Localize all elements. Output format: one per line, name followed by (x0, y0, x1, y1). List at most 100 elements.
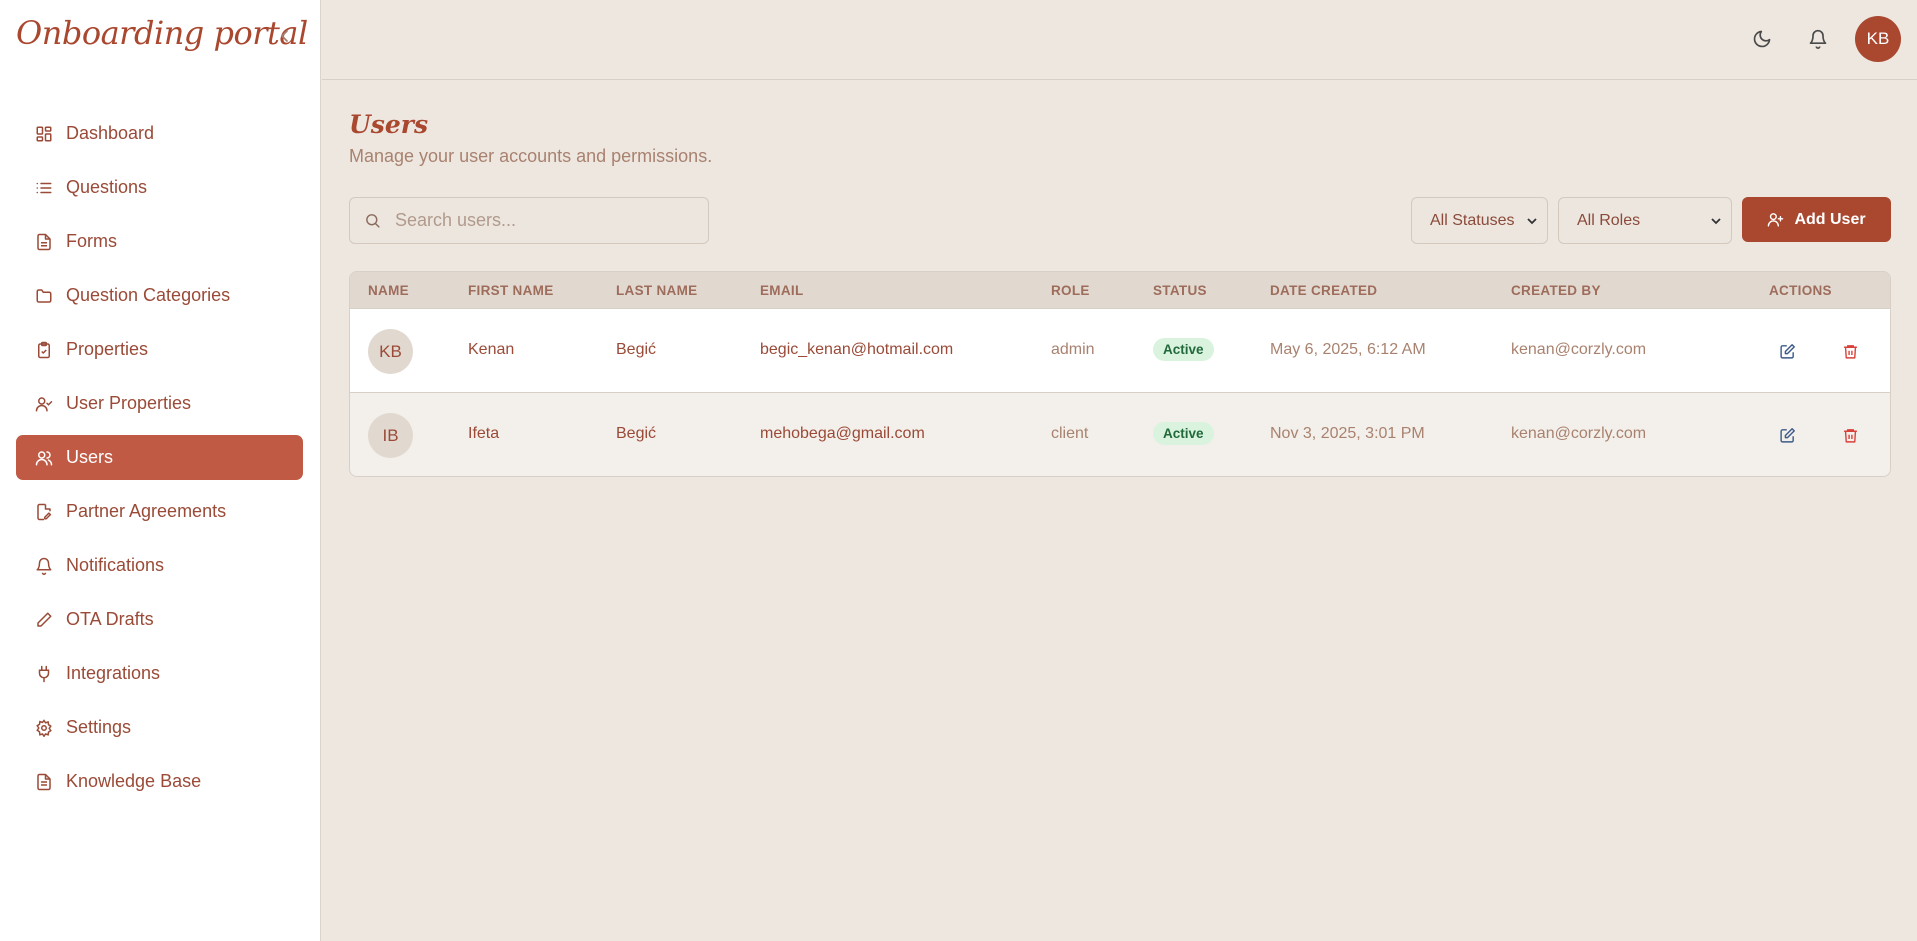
bell-icon (1809, 29, 1827, 49)
column-header-actions: ACTIONS (1769, 283, 1832, 298)
plug-icon (34, 664, 54, 684)
sidebar-item-label: Question Categories (66, 285, 231, 305)
status-filter-value: All Statuses (1430, 211, 1515, 229)
theme-toggle-button[interactable] (1749, 26, 1775, 52)
sidebar-item-label: OTA Drafts (66, 609, 154, 629)
pencil-icon (34, 610, 54, 630)
table-header: NAME FIRST NAME LAST NAME EMAIL ROLE STA… (350, 272, 1890, 309)
sidebar-item-user-properties[interactable]: User Properties (16, 381, 303, 426)
add-user-button[interactable]: Add User (1742, 197, 1891, 242)
file-text-icon (34, 772, 54, 792)
sidebar-item-knowledge-base[interactable]: Knowledge Base (16, 759, 303, 804)
sidebar-item-label: Users (66, 447, 114, 467)
column-header-status: STATUS (1153, 283, 1207, 298)
sidebar-item-settings[interactable]: Settings (16, 705, 303, 750)
sidebar: Onboarding portal Dashboard Questions Fo… (0, 0, 321, 941)
collapse-sidebar-button[interactable] (276, 26, 294, 46)
edit-icon (1779, 343, 1795, 359)
gear-icon (34, 718, 54, 738)
sidebar-item-label: Properties (66, 339, 149, 359)
chevron-left-icon (281, 30, 288, 42)
cell-date-created: May 6, 2025, 6:12 AM (1270, 341, 1426, 358)
delete-button[interactable] (1840, 341, 1860, 361)
sidebar-item-label: Forms (66, 231, 117, 251)
sidebar-item-users[interactable]: Users (16, 435, 303, 480)
folder-icon (34, 286, 54, 306)
status-badge: Active (1153, 422, 1214, 445)
user-plus-icon (1768, 213, 1784, 227)
avatar: KB (368, 329, 413, 374)
table-row: IB Ifeta Begić mehobega@gmail.com client… (350, 393, 1890, 476)
chevron-down-icon (1527, 217, 1537, 224)
list-icon (34, 178, 54, 198)
column-header-date-created: DATE CREATED (1270, 283, 1378, 298)
users-icon (34, 448, 54, 468)
trash-icon (1843, 428, 1857, 443)
users-table: NAME FIRST NAME LAST NAME EMAIL ROLE STA… (349, 271, 1891, 477)
sidebar-item-notifications[interactable]: Notifications (16, 543, 303, 588)
column-header-last-name: LAST NAME (616, 283, 698, 298)
app-title: Onboarding portal (16, 14, 308, 52)
cell-email: mehobega@gmail.com (760, 425, 925, 442)
cell-created-by: kenan@corzly.com (1511, 341, 1647, 358)
cell-created-by: kenan@corzly.com (1511, 425, 1647, 442)
trash-icon (1843, 344, 1857, 359)
clipboard-icon (34, 340, 54, 360)
sidebar-item-question-categories[interactable]: Question Categories (16, 273, 303, 318)
column-header-created-by: CREATED BY (1511, 283, 1601, 298)
sidebar-item-integrations[interactable]: Integrations (16, 651, 303, 696)
cell-last-name: Begić (616, 425, 657, 442)
cell-first-name: Ifeta (468, 425, 500, 442)
sidebar-item-label: Notifications (66, 555, 165, 575)
status-badge: Active (1153, 338, 1214, 361)
user-check-icon (34, 394, 54, 414)
cell-date-created: Nov 3, 2025, 3:01 PM (1270, 425, 1425, 442)
sidebar-item-ota-drafts[interactable]: OTA Drafts (16, 597, 303, 642)
chevron-down-icon (1711, 217, 1721, 224)
status-filter-select[interactable]: All Statuses (1411, 197, 1548, 244)
document-icon (34, 232, 54, 252)
delete-button[interactable] (1840, 425, 1860, 445)
sidebar-item-label: User Properties (66, 393, 192, 413)
sidebar-item-forms[interactable]: Forms (16, 219, 303, 264)
add-user-label: Add User (1794, 210, 1866, 228)
table-row: KB Kenan Begić begic_kenan@hotmail.com a… (350, 309, 1890, 393)
sidebar-item-label: Dashboard (66, 123, 155, 143)
moon-icon (1753, 30, 1771, 48)
edit-button[interactable] (1777, 341, 1797, 361)
search-box (349, 197, 709, 244)
column-header-role: ROLE (1051, 283, 1090, 298)
sidebar-item-partner-agreements[interactable]: Partner Agreements (16, 489, 303, 534)
page-title: Users (349, 110, 429, 139)
user-avatar[interactable]: KB (1855, 16, 1901, 62)
role-filter-value: All Roles (1577, 211, 1641, 229)
sidebar-item-label: Knowledge Base (66, 771, 202, 791)
cell-last-name: Begić (616, 341, 657, 358)
bell-icon (34, 556, 54, 576)
file-edit-icon (34, 502, 54, 522)
avatar: IB (368, 413, 413, 458)
column-header-email: EMAIL (760, 283, 804, 298)
cell-role: admin (1051, 341, 1095, 358)
sidebar-item-label: Questions (66, 177, 148, 197)
top-bar: KB (322, 0, 1917, 80)
edit-icon (1779, 427, 1795, 443)
dashboard-icon (34, 124, 54, 144)
sidebar-item-questions[interactable]: Questions (16, 165, 303, 210)
role-filter-select[interactable]: All Roles (1558, 197, 1732, 244)
sidebar-nav: Dashboard Questions Forms Question Categ… (16, 111, 303, 813)
search-input[interactable] (395, 210, 695, 231)
edit-button[interactable] (1777, 425, 1797, 445)
sidebar-item-properties[interactable]: Properties (16, 327, 303, 372)
column-header-name: NAME (368, 283, 409, 298)
sidebar-item-label: Integrations (66, 663, 161, 683)
column-header-first-name: FIRST NAME (468, 283, 554, 298)
notifications-button[interactable] (1805, 26, 1831, 52)
sidebar-item-dashboard[interactable]: Dashboard (16, 111, 303, 156)
search-icon (366, 214, 380, 228)
sidebar-item-label: Partner Agreements (66, 501, 227, 521)
sidebar-item-label: Settings (66, 717, 132, 737)
cell-email: begic_kenan@hotmail.com (760, 341, 954, 358)
page-subtitle: Manage your user accounts and permission… (349, 146, 713, 166)
cell-first-name: Kenan (468, 341, 515, 358)
